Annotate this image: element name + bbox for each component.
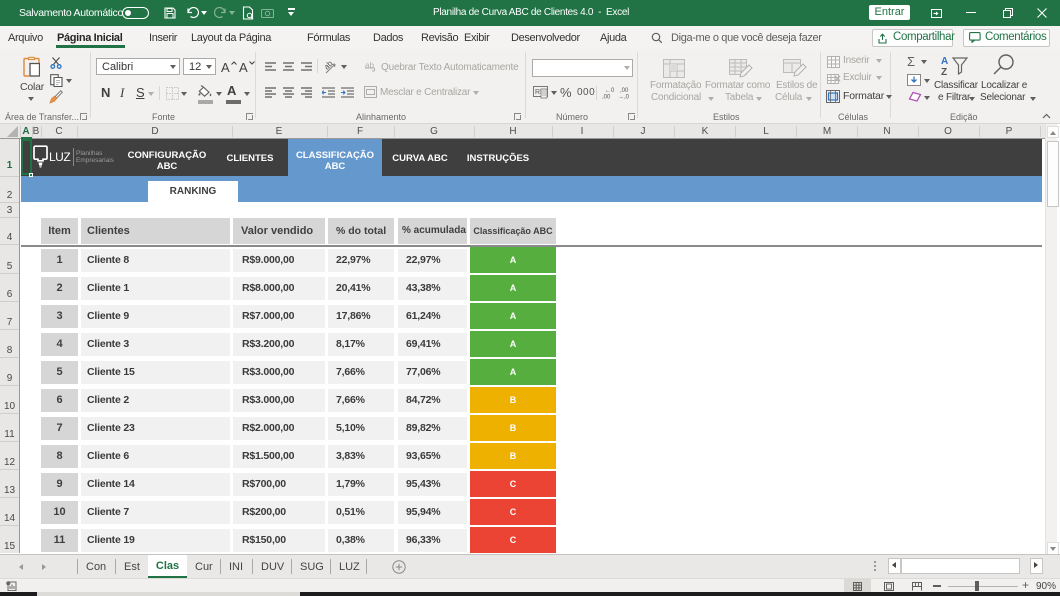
svg-text:→,0: →,0: [618, 95, 630, 100]
svg-text:,00: ,00: [620, 88, 629, 94]
svg-text:ab: ab: [365, 61, 374, 70]
svg-text:Z: Z: [941, 67, 947, 76]
svg-text:,00: ,00: [602, 95, 611, 100]
svg-text:A: A: [941, 56, 948, 67]
svg-text:ab: ab: [325, 60, 335, 72]
svg-text:←0: ←0: [605, 88, 615, 94]
